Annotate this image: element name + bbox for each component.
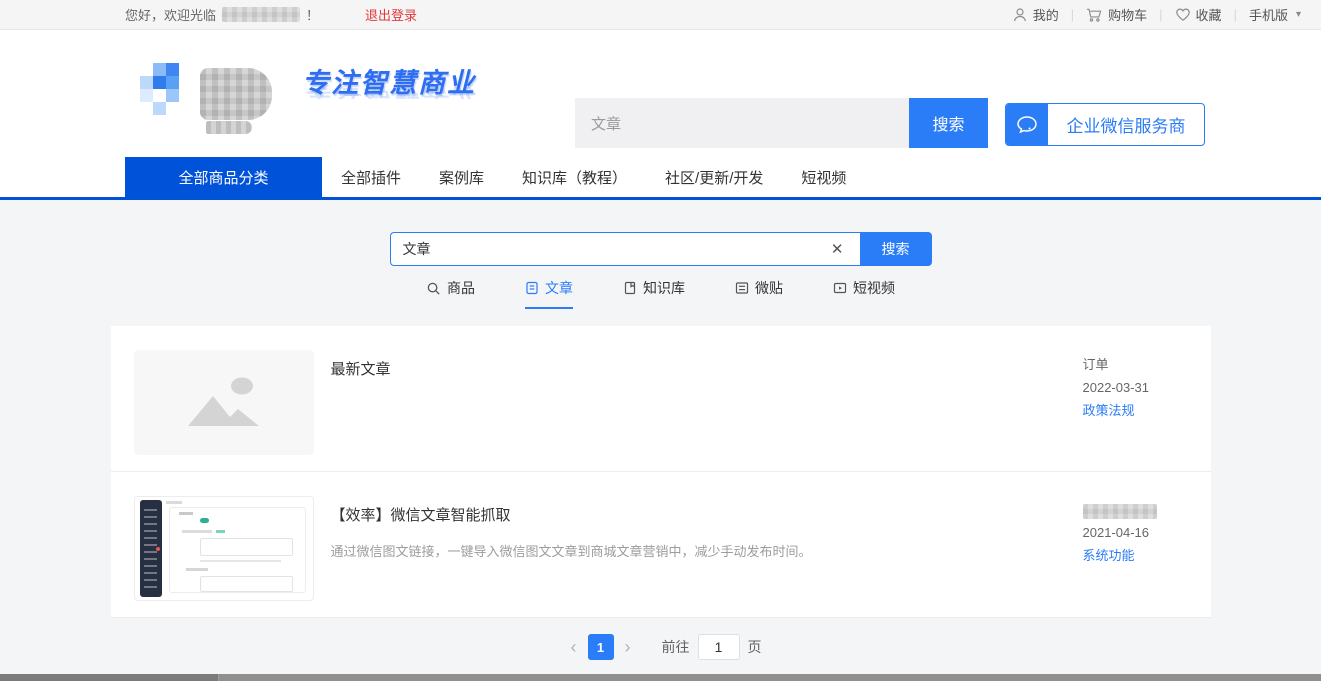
favorites-link[interactable]: 收藏 <box>1175 5 1222 24</box>
result-thumbnail[interactable] <box>134 496 314 601</box>
result-type-tabs: 商品 文章 知识库 微贴 <box>0 278 1321 309</box>
list-icon <box>735 281 749 295</box>
topbar-links: 我的 | 购物车 | 收藏 | 手机版 ▾ <box>1012 5 1301 24</box>
tab-short-video-label: 短视频 <box>853 278 895 298</box>
result-date: 2021-04-16 <box>1083 522 1211 544</box>
cart-label: 购物车 <box>1108 5 1147 24</box>
nav-item-short-video[interactable]: 短视频 <box>782 157 865 197</box>
search-results-page: ✕ 搜索 商品 文章 知 <box>0 200 1321 674</box>
nav-item-cases[interactable]: 案例库 <box>420 157 503 197</box>
result-body: 最新文章 <box>314 350 1083 455</box>
result-category-link[interactable]: 系统功能 <box>1083 545 1211 567</box>
nav-item-community[interactable]: 社区/更新/开发 <box>646 157 782 197</box>
greeting-text: 您好，欢迎光临 <box>125 5 216 24</box>
cart-icon <box>1086 7 1103 23</box>
tab-articles[interactable]: 文章 <box>525 278 573 309</box>
thumb-admin-panel <box>169 507 306 593</box>
tab-products[interactable]: 商品 <box>426 278 475 309</box>
nav-item-all-categories[interactable]: 全部商品分类 <box>125 157 322 197</box>
topbar: 您好，欢迎光临 ！ 退出登录 我的 | 购物车 | <box>0 0 1321 30</box>
heart-icon <box>1175 7 1191 22</box>
thumb-admin-sidebar <box>140 500 162 597</box>
result-title[interactable]: 最新文章 <box>331 358 1063 379</box>
result-description: 通过微信图文链接，一键导入微信图文文章到商城文章营销中，减少手动发布时间。 <box>331 542 1063 563</box>
site-header: 专注智慧商业 专注智慧商业 搜索 企业微信服务商 <box>0 30 1321 157</box>
tab-micro-posts-label: 微贴 <box>755 278 783 298</box>
result-search-input[interactable] <box>403 241 827 257</box>
result-body: 【效率】微信文章智能抓取 通过微信图文链接，一键导入微信图文文章到商城文章营销中… <box>314 496 1083 601</box>
main-nav: 全部商品分类 全部插件 案例库 知识库（教程） 社区/更新/开发 短视频 <box>0 157 1321 200</box>
prev-page-button[interactable]: ‹ <box>560 634 588 660</box>
favorites-label: 收藏 <box>1196 5 1222 24</box>
tab-knowledge[interactable]: 知识库 <box>623 278 685 309</box>
result-title[interactable]: 【效率】微信文章智能抓取 <box>331 504 1063 525</box>
goto-label: 前往 <box>662 637 690 657</box>
brand-slogan: 专注智慧商业 专注智慧商业 <box>302 70 476 117</box>
result-thumbnail-placeholder[interactable] <box>134 350 314 455</box>
blurred-username <box>222 7 300 22</box>
notebook-icon <box>623 281 637 295</box>
result-search-bar: ✕ 搜索 <box>390 200 932 266</box>
page-unit-label: 页 <box>748 637 762 657</box>
user-icon <box>1012 7 1028 23</box>
tab-products-label: 商品 <box>447 278 475 298</box>
pagination: ‹ 1 › 前往 页 <box>0 634 1321 660</box>
my-account-link[interactable]: 我的 <box>1012 5 1059 24</box>
results-card: 最新文章 订单 2022-03-31 政策法规 【效率】微信文章智能抓取 通 <box>111 326 1211 618</box>
brand-slogan-reflection: 专注智慧商业 <box>302 86 476 100</box>
separator: | <box>1071 7 1074 22</box>
goto-page-input[interactable] <box>698 634 740 660</box>
mobile-version-dropdown[interactable]: 手机版 ▾ <box>1249 5 1301 24</box>
header-search: 搜索 <box>575 98 988 148</box>
tab-micro-posts[interactable]: 微贴 <box>735 278 783 309</box>
page-number-button[interactable]: 1 <box>588 634 614 660</box>
result-search-box: ✕ <box>390 232 860 266</box>
result-meta-top: 订单 <box>1083 354 1211 376</box>
greeting-area: 您好，欢迎光临 ！ 退出登录 <box>125 5 417 24</box>
result-meta: 2021-04-16 系统功能 <box>1083 496 1211 601</box>
card-bottom-divider <box>111 617 1211 618</box>
tab-short-video[interactable]: 短视频 <box>833 278 895 309</box>
nav-item-plugins[interactable]: 全部插件 <box>322 157 420 197</box>
horizontal-scrollbar[interactable] <box>0 674 1321 681</box>
result-row[interactable]: 【效率】微信文章智能抓取 通过微信图文链接，一键导入微信图文文章到商城文章营销中… <box>111 471 1211 617</box>
tab-knowledge-label: 知识库 <box>643 278 685 298</box>
chat-bubble-icon <box>1006 104 1048 145</box>
site-logo[interactable]: 专注智慧商业 专注智慧商业 <box>140 63 476 125</box>
document-icon <box>525 281 539 295</box>
scrollbar-thumb[interactable] <box>0 674 219 681</box>
clear-input-icon[interactable]: ✕ <box>827 240 848 258</box>
result-search-button[interactable]: 搜索 <box>860 232 932 266</box>
result-date: 2022-03-31 <box>1083 377 1211 399</box>
separator: | <box>1159 7 1162 22</box>
blurred-logo-mark <box>140 63 188 125</box>
blurred-meta-text <box>1083 504 1157 519</box>
cart-link[interactable]: 购物车 <box>1086 5 1147 24</box>
result-category-link[interactable]: 政策法规 <box>1083 400 1211 422</box>
blurred-logo-text <box>200 68 272 120</box>
result-row[interactable]: 最新文章 订单 2022-03-31 政策法规 <box>111 326 1211 471</box>
header-search-input[interactable] <box>575 98 909 148</box>
goto-page-group: 前往 页 <box>662 634 762 660</box>
video-icon <box>833 281 847 295</box>
mobile-version-label: 手机版 <box>1249 5 1288 24</box>
thumb-admin-breadcrumb <box>166 501 182 504</box>
nav-item-knowledge[interactable]: 知识库（教程） <box>503 157 646 197</box>
image-placeholder-icon <box>180 372 268 434</box>
header-search-button[interactable]: 搜索 <box>909 98 988 148</box>
my-account-label: 我的 <box>1033 5 1059 24</box>
tab-articles-label: 文章 <box>545 278 573 298</box>
wecom-service-button[interactable]: 企业微信服务商 <box>1005 103 1205 146</box>
search-icon <box>426 281 441 296</box>
wecom-service-label: 企业微信服务商 <box>1048 112 1204 137</box>
result-meta: 订单 2022-03-31 政策法规 <box>1083 350 1211 455</box>
chevron-down-icon: ▾ <box>1296 9 1301 20</box>
next-page-button[interactable]: › <box>614 634 642 660</box>
greeting-suffix: ！ <box>306 5 319 24</box>
separator: | <box>1234 7 1237 22</box>
logout-link[interactable]: 退出登录 <box>365 5 417 24</box>
